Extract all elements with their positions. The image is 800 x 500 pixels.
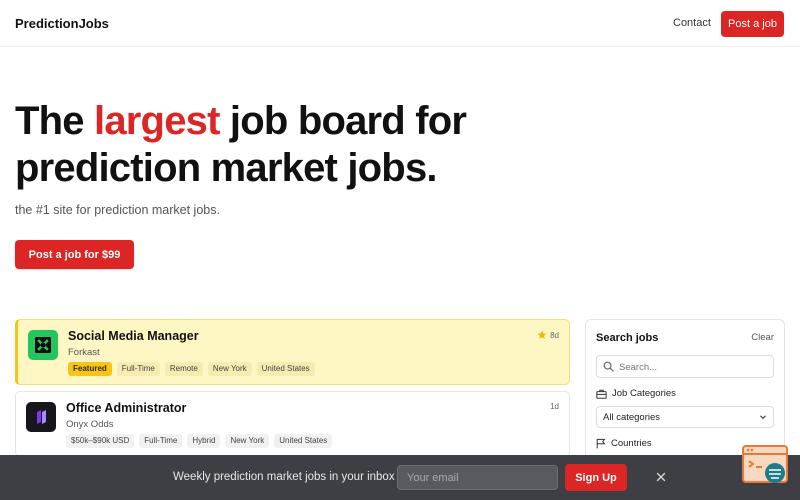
job-tag: United States bbox=[274, 434, 333, 448]
categories-select-value: All categories bbox=[603, 412, 661, 423]
job-card-featured[interactable]: Social Media Manager Forkast Featured Fu… bbox=[15, 319, 570, 385]
job-tag: New York bbox=[225, 434, 270, 448]
salary-tag: $50k–$90k USD bbox=[66, 434, 135, 448]
hero-title: The largest job board for prediction mar… bbox=[15, 98, 575, 192]
search-panel-title: Search jobs bbox=[596, 332, 659, 344]
hero-title-start: The bbox=[15, 99, 95, 143]
job-card[interactable]: Office Administrator Onyx Odds $50k–$90k… bbox=[15, 391, 570, 457]
search-icon bbox=[603, 361, 614, 372]
flag-icon bbox=[596, 438, 606, 449]
sign-up-button[interactable]: Sign Up bbox=[565, 464, 627, 491]
contact-link[interactable]: Contact bbox=[673, 17, 711, 29]
job-tag: Full-Time bbox=[116, 362, 160, 376]
post-job-cta-button[interactable]: Post a job for $99 bbox=[15, 240, 134, 269]
brand-logo[interactable]: PredictionJobs bbox=[15, 16, 109, 31]
job-categories-text: Job Categories bbox=[612, 388, 676, 399]
job-tag: New York bbox=[207, 362, 252, 376]
job-tag: United States bbox=[256, 362, 315, 376]
onyx-odds-logo-icon bbox=[26, 402, 56, 432]
email-field[interactable] bbox=[397, 465, 558, 490]
job-tags: Featured Full-Time Remote New York Unite… bbox=[68, 362, 315, 376]
chat-widget-icon[interactable] bbox=[741, 444, 790, 486]
job-company: Forkast bbox=[68, 347, 100, 358]
forkast-logo-icon bbox=[28, 330, 58, 360]
search-input[interactable] bbox=[619, 359, 769, 375]
newsletter-bar: Weekly prediction market jobs in your in… bbox=[0, 455, 800, 500]
hero-subtitle: the #1 site for prediction market jobs. bbox=[15, 203, 220, 217]
email-input[interactable] bbox=[398, 466, 557, 489]
search-field[interactable] bbox=[596, 355, 774, 378]
job-tag: Remote bbox=[164, 362, 203, 376]
briefcase-icon bbox=[596, 389, 607, 399]
job-tag: Full-Time bbox=[139, 434, 183, 448]
job-categories-label: Job Categories bbox=[596, 388, 676, 399]
hero-title-accent: largest bbox=[94, 99, 220, 143]
countries-text: Countries bbox=[611, 438, 652, 449]
job-age-text: 8d bbox=[550, 330, 559, 340]
close-icon[interactable] bbox=[654, 470, 668, 484]
job-tags: $50k–$90k USD Full-Time Hybrid New York … bbox=[66, 434, 333, 448]
featured-badge: Featured bbox=[68, 362, 112, 376]
job-age: 8d bbox=[537, 330, 559, 340]
chevron-down-icon bbox=[760, 415, 766, 420]
site-header: PredictionJobs Contact Post a job bbox=[0, 0, 800, 47]
clear-filters-link[interactable]: Clear bbox=[751, 332, 774, 343]
job-tag: Hybrid bbox=[187, 434, 221, 448]
countries-label: Countries bbox=[596, 438, 652, 449]
job-title[interactable]: Office Administrator bbox=[66, 401, 186, 415]
star-icon bbox=[537, 330, 547, 339]
job-title[interactable]: Social Media Manager bbox=[68, 329, 199, 343]
post-job-button[interactable]: Post a job bbox=[721, 11, 784, 37]
job-age-text: 1d bbox=[550, 402, 559, 411]
job-company: Onyx Odds bbox=[66, 419, 114, 430]
categories-select[interactable]: All categories bbox=[596, 406, 774, 428]
job-age: 1d bbox=[550, 402, 559, 411]
newsletter-text: Weekly prediction market jobs in your in… bbox=[173, 471, 395, 483]
